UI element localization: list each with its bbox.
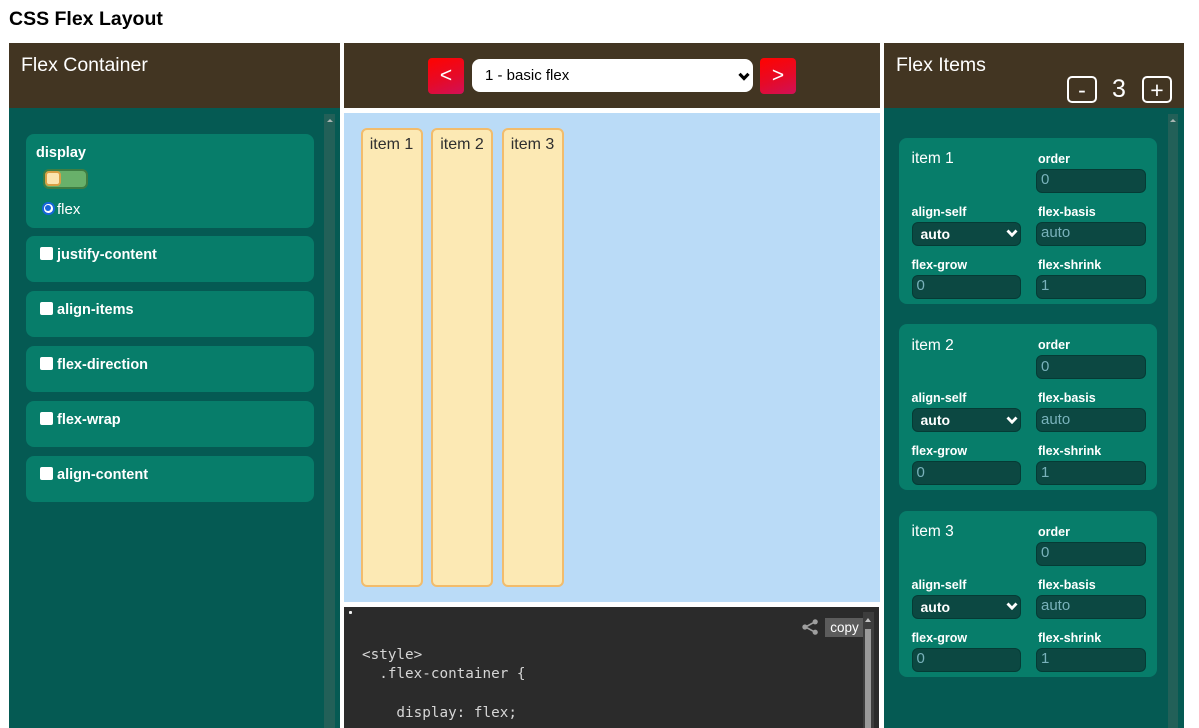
next-example-button[interactable]: > <box>760 58 796 94</box>
code-panel-dot <box>349 611 352 614</box>
flex-items-panel-title: Flex Items <box>896 54 986 77</box>
order-label: order <box>1038 525 1070 539</box>
example-select[interactable]: 1 - basic flex <box>472 59 753 92</box>
item-2-card: item 2 order align-self flex-basis auto … <box>899 324 1157 490</box>
flex-direction-checkbox[interactable] <box>40 357 53 370</box>
prev-example-button[interactable]: < <box>428 58 464 94</box>
flex-grow-label: flex-grow <box>912 258 968 272</box>
item-1-card: item 1 order align-self flex-basis auto … <box>899 138 1157 304</box>
display-flex-radio[interactable] <box>42 202 55 215</box>
code-scrollbar[interactable] <box>863 612 874 728</box>
remove-item-button[interactable]: - <box>1067 76 1097 103</box>
code-scroll-up-icon <box>865 618 871 622</box>
item-3-flex-basis-input[interactable] <box>1036 595 1146 619</box>
flex-items-panel: Flex Items - 3 + item 1 order align-self… <box>884 43 1184 728</box>
item-2-order-input[interactable] <box>1036 355 1146 379</box>
item-2-flex-shrink-input[interactable] <box>1036 461 1146 485</box>
display-toggle[interactable] <box>43 169 88 189</box>
example-nav-header: < 1 - basic flex > <box>344 43 880 108</box>
flex-container-panel-title: Flex Container <box>21 54 148 77</box>
flex-preview-item-3: item 3 <box>502 128 564 587</box>
flex-shrink-label: flex-shrink <box>1038 631 1101 645</box>
flex-wrap-checkbox[interactable] <box>40 412 53 425</box>
flex-container-panel-scrollbar[interactable] <box>324 114 335 728</box>
item-2-align-self-select[interactable]: auto <box>912 408 1021 432</box>
display-toggle-knob <box>45 171 61 186</box>
align-self-label: align-self <box>912 578 967 592</box>
align-content-checkbox[interactable] <box>40 467 53 480</box>
display-label: display <box>36 145 86 161</box>
item-1-flex-grow-input[interactable] <box>912 275 1021 299</box>
share-icon[interactable] <box>802 618 819 635</box>
display-control-card: display flex <box>26 134 314 229</box>
copy-button[interactable]: copy <box>825 618 864 637</box>
flex-wrap-label: flex-wrap <box>57 412 121 428</box>
page-title: CSS Flex Layout <box>9 8 163 31</box>
item-3-flex-shrink-input[interactable] <box>1036 648 1146 672</box>
item-1-flex-shrink-input[interactable] <box>1036 275 1146 299</box>
order-label: order <box>1038 152 1070 166</box>
code-scroll-thumb[interactable] <box>865 629 871 728</box>
flex-preview-item-2: item 2 <box>431 128 493 587</box>
item-1-align-self-select[interactable]: auto <box>912 222 1021 246</box>
align-self-label: align-self <box>912 205 967 219</box>
flex-grow-label: flex-grow <box>912 631 968 645</box>
scroll-up-icon <box>1170 119 1176 122</box>
code-panel: <style> .flex-container { display: flex;… <box>344 607 879 728</box>
align-self-label: align-self <box>912 391 967 405</box>
flex-shrink-label: flex-shrink <box>1038 444 1101 458</box>
item-count: 3 <box>1103 76 1135 103</box>
display-flex-radio-label: flex <box>57 201 80 218</box>
justify-content-checkbox[interactable] <box>40 247 53 260</box>
align-items-label: align-items <box>57 302 134 318</box>
flex-items-panel-header: Flex Items - 3 + <box>884 43 1184 108</box>
flex-direction-label: flex-direction <box>57 357 148 373</box>
flex-wrap-card: flex-wrap <box>26 401 314 447</box>
justify-content-label: justify-content <box>57 247 157 263</box>
scroll-up-icon <box>327 119 333 122</box>
align-content-card: align-content <box>26 456 314 502</box>
code-text: <style> .flex-container { display: flex; <box>362 646 526 723</box>
item-3-title: item 3 <box>912 523 954 541</box>
flex-basis-label: flex-basis <box>1038 391 1096 405</box>
item-3-flex-grow-input[interactable] <box>912 648 1021 672</box>
align-content-label: align-content <box>57 467 148 483</box>
item-1-order-input[interactable] <box>1036 169 1146 193</box>
flex-preview-container: item 1 item 2 item 3 <box>344 113 880 602</box>
item-1-flex-basis-input[interactable] <box>1036 222 1146 246</box>
align-items-card: align-items <box>26 291 314 337</box>
flex-direction-card: flex-direction <box>26 346 314 392</box>
item-1-title: item 1 <box>912 150 954 168</box>
justify-content-card: justify-content <box>26 236 314 282</box>
flex-shrink-label: flex-shrink <box>1038 258 1101 272</box>
flex-grow-label: flex-grow <box>912 444 968 458</box>
flex-items-panel-scrollbar[interactable] <box>1168 114 1178 728</box>
item-2-flex-basis-input[interactable] <box>1036 408 1146 432</box>
flex-basis-label: flex-basis <box>1038 205 1096 219</box>
flex-container-panel-header: Flex Container <box>9 43 340 108</box>
order-label: order <box>1038 338 1070 352</box>
item-3-align-self-select[interactable]: auto <box>912 595 1021 619</box>
align-items-checkbox[interactable] <box>40 302 53 315</box>
item-2-flex-grow-input[interactable] <box>912 461 1021 485</box>
flex-container-panel: Flex Container display flex justify-cont… <box>9 43 340 728</box>
add-item-button[interactable]: + <box>1142 76 1172 103</box>
flex-preview-item-1: item 1 <box>361 128 423 587</box>
item-3-card: item 3 order align-self flex-basis auto … <box>899 511 1157 677</box>
item-2-title: item 2 <box>912 337 954 355</box>
flex-basis-label: flex-basis <box>1038 578 1096 592</box>
item-3-order-input[interactable] <box>1036 542 1146 566</box>
